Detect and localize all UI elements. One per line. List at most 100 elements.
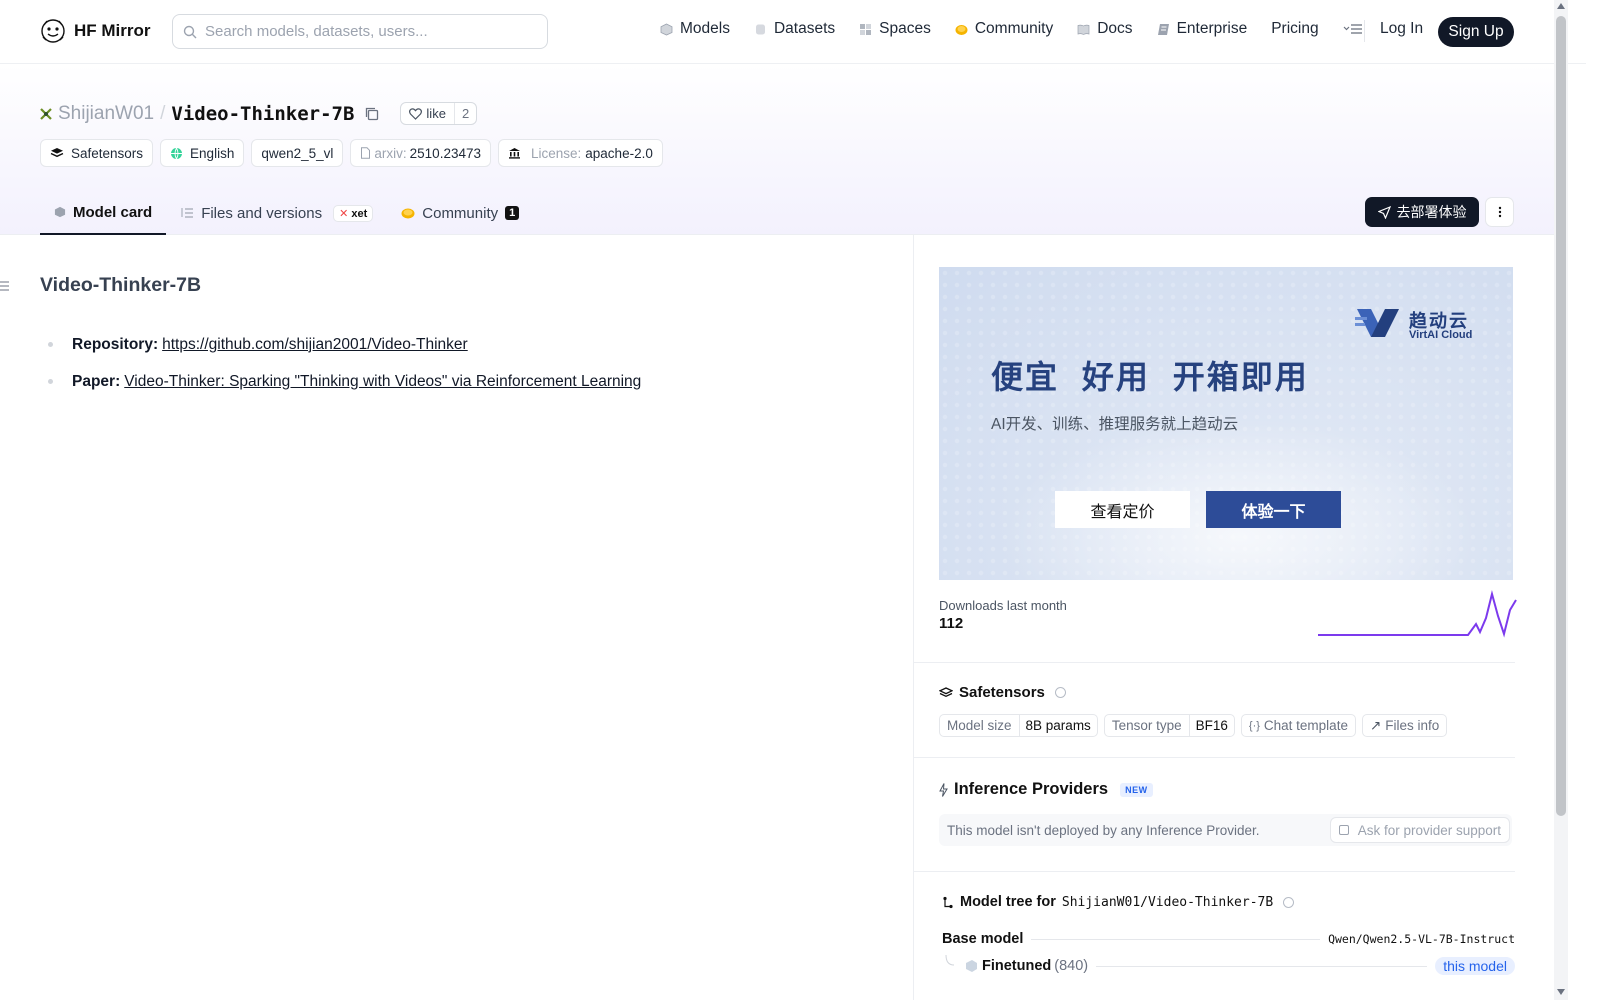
repo-header: ShijianW01 / Video-Thinker-7B like 2 Saf…	[0, 64, 1554, 235]
model-size-value: 8B params	[1018, 715, 1097, 736]
search-input[interactable]	[205, 23, 525, 40]
search-box[interactable]	[172, 14, 548, 49]
login-link[interactable]: Log In	[1380, 20, 1423, 38]
paper-link[interactable]: Video-Thinker: Sparking "Thinking with V…	[124, 373, 641, 391]
tag-arxiv[interactable]: arxiv: 2510.23473	[350, 139, 491, 167]
signup-button[interactable]: Sign Up	[1438, 17, 1514, 47]
tree-line	[1096, 965, 1428, 967]
deploy-button[interactable]: 去部署体验	[1365, 197, 1479, 227]
cube-icon	[660, 23, 673, 35]
like-toggle[interactable]: like	[401, 103, 455, 124]
document-icon	[361, 147, 371, 159]
inference-title: Inference Providers NEW	[939, 780, 1153, 799]
brand-home-link[interactable]: HF Mirror	[40, 18, 151, 44]
repo-tabs: Model card Files and versions ✕ xet Comm…	[40, 191, 533, 235]
info-icon[interactable]	[1054, 687, 1066, 698]
section-divider	[914, 757, 1515, 758]
layers-icon	[50, 148, 64, 158]
chat-template-button[interactable]: {·} Chat template	[1240, 714, 1356, 737]
nav-community[interactable]: Community	[955, 20, 1053, 38]
page-scrollbar[interactable]	[1554, 0, 1568, 1000]
database-icon	[755, 24, 765, 34]
nav-enterprise[interactable]: Enterprise	[1157, 20, 1248, 38]
nav-enterprise-label: Enterprise	[1176, 20, 1248, 37]
xet-logo-icon: ✕	[339, 207, 349, 220]
scroll-down-arrow-icon[interactable]	[1557, 989, 1565, 995]
provider-box: This model isn't deployed by any Inferen…	[939, 814, 1512, 846]
info-icon[interactable]	[1283, 896, 1295, 908]
safetensors-pills: Model size 8B params Tensor type BF16 {·…	[939, 714, 1448, 737]
base-model-link[interactable]: Qwen/Qwen2.5-VL-7B-Instruct	[1328, 932, 1515, 946]
scroll-up-arrow-icon[interactable]	[1557, 3, 1565, 9]
grid-icon	[860, 23, 872, 35]
repo-title-row: ShijianW01 / Video-Thinker-7B like 2	[40, 102, 478, 125]
repo-owner-link[interactable]: ShijianW01	[58, 103, 154, 125]
more-menu-icon[interactable]	[1343, 21, 1363, 37]
ad-headline: 便宜 好用 开箱即用	[991, 359, 1309, 395]
repository-link[interactable]: https://github.com/shijian2001/Video-Thi…	[162, 336, 468, 354]
tab-model-card[interactable]: Model card	[40, 191, 167, 235]
tab-files-label: Files and versions	[201, 204, 323, 222]
tab-files-and-versions[interactable]: Files and versions ✕ xet	[166, 191, 387, 235]
more-options-button[interactable]	[1485, 197, 1514, 227]
tag-language[interactable]: English	[160, 139, 245, 167]
ad-pricing-button[interactable]: 查看定价	[1055, 491, 1190, 528]
tensor-type-value: BF16	[1188, 715, 1234, 736]
section-divider	[914, 662, 1515, 663]
copy-icon[interactable]	[364, 106, 380, 122]
nav-docs[interactable]: Docs	[1077, 20, 1133, 38]
tab-community[interactable]: Community 1	[387, 191, 533, 235]
nav-spaces-label: Spaces	[879, 20, 931, 37]
safetensors-title: Safetensors	[939, 684, 1066, 701]
this-model-badge: this model	[1435, 957, 1515, 975]
brand-name: HF Mirror	[74, 21, 151, 40]
ask-provider-button[interactable]: Ask for provider support	[1329, 817, 1510, 843]
tag-arch[interactable]: qwen2_5_vl	[251, 139, 344, 167]
tag-license-value: apache-2.0	[585, 145, 653, 161]
nav-pricing[interactable]: Pricing	[1271, 20, 1318, 38]
readme-list: Repository: https://github.com/shijian20…	[48, 326, 641, 400]
ad-try-button[interactable]: 体验一下	[1206, 491, 1341, 528]
like-button[interactable]: like 2	[400, 102, 478, 125]
downloads-label: Downloads last month	[939, 598, 1067, 613]
safetensors-heading: Safetensors	[959, 684, 1045, 701]
nav-spaces[interactable]: Spaces	[859, 20, 931, 38]
braces-icon: {·}	[1248, 719, 1260, 732]
xet-badge: ✕ xet	[333, 204, 374, 222]
repository-label: Repository:	[72, 335, 159, 353]
ad-subtitle: AI开发、训练、推理服务就上趋动云	[991, 416, 1239, 433]
tag-arxiv-prefix: arxiv:	[374, 145, 407, 161]
repo-tags: Safetensors English qwen2_5_vl arxiv: 25…	[40, 139, 663, 167]
globe-icon	[171, 147, 183, 160]
toc-toggle-icon[interactable]	[0, 280, 10, 292]
model-size-label: Model size	[947, 718, 1012, 733]
files-info-button[interactable]: ↗ Files info	[1361, 714, 1448, 737]
tab-model-card-label: Model card	[73, 203, 153, 221]
nav-datasets[interactable]: Datasets	[754, 20, 835, 38]
list-item-repository: Repository: https://github.com/shijian20…	[48, 326, 641, 363]
hug-icon	[955, 24, 968, 35]
tag-safetensors[interactable]: Safetensors	[40, 139, 154, 167]
cube-icon	[54, 206, 66, 218]
tag-license[interactable]: License: apache-2.0	[497, 139, 663, 167]
repo-name-link[interactable]: Video-Thinker-7B	[171, 103, 354, 125]
finetuned-count[interactable]: (840)	[1054, 958, 1088, 974]
nav-pricing-label: Pricing	[1271, 20, 1319, 37]
nav-models[interactable]: Models	[660, 20, 730, 38]
bullet	[48, 342, 53, 347]
nav-datasets-label: Datasets	[773, 20, 836, 37]
base-model-row: Base model Qwen/Qwen2.5-VL-7B-Instruct	[942, 928, 1515, 950]
heart-icon	[409, 107, 423, 120]
path-separator: /	[160, 102, 166, 124]
like-count[interactable]: 2	[455, 106, 476, 121]
ad-banner[interactable]: 趋动云 VirtAI Cloud 便宜 好用 开箱即用 AI开发、训练、推理服务…	[939, 267, 1513, 580]
hf-logo-icon	[41, 19, 65, 43]
scrollbar-thumb[interactable]	[1556, 16, 1566, 816]
model-tree-prefix: Model tree for	[960, 894, 1056, 910]
book-icon	[1077, 24, 1090, 35]
model-tree-repo-id: ShijianW01/Video-Thinker-7B	[1061, 894, 1274, 910]
nav-links: Models Datasets Spaces Community Docs En…	[660, 20, 1381, 38]
nav-divider	[1364, 20, 1365, 42]
send-icon	[1377, 205, 1391, 219]
tree-line	[1031, 938, 1321, 940]
